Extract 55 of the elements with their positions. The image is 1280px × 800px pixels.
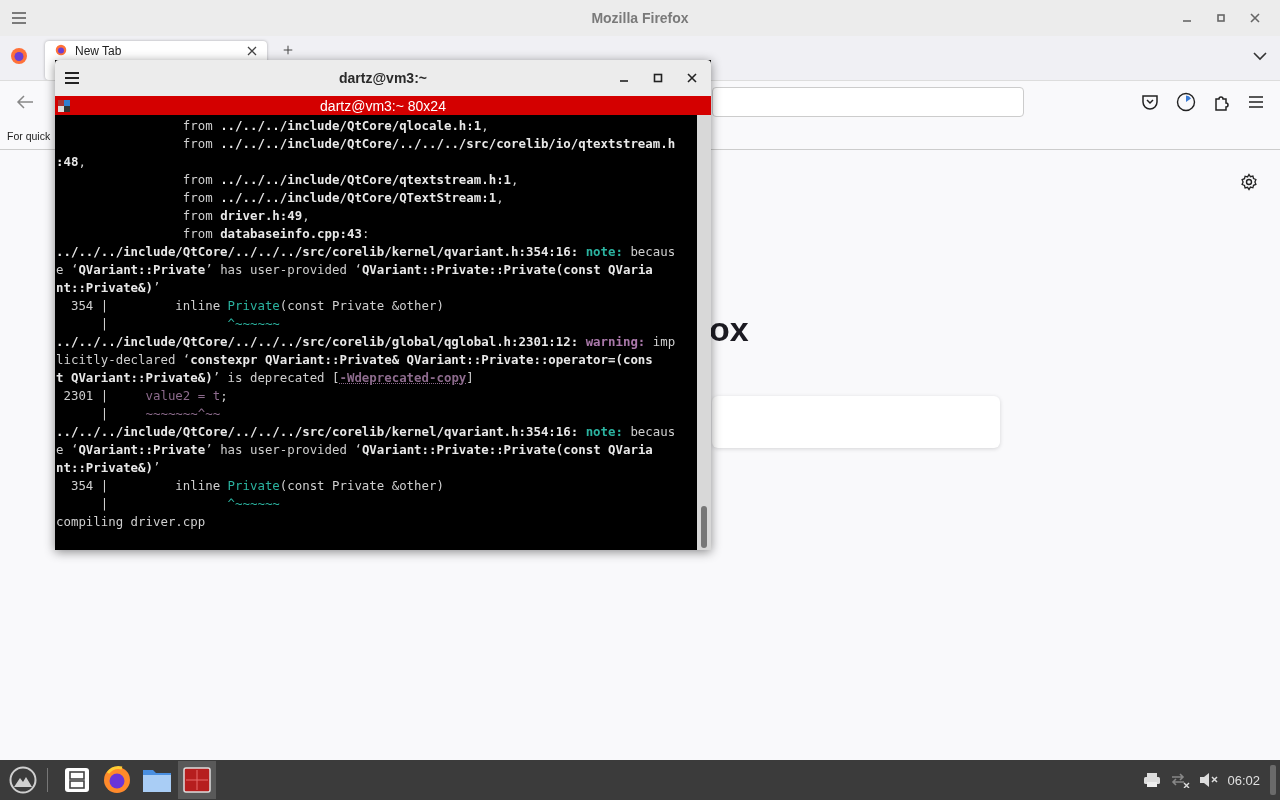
menu-icon[interactable] [64,71,80,85]
terminal-line: 2301 | value2 = t; [62,387,229,405]
terminal-line: t QVariant::Private&)’ is deprecated [-Wdeprecated-copy] [56,369,475,387]
progress-circle-icon[interactable] [1176,91,1196,112]
close-icon[interactable] [247,46,257,56]
start-menu-icon[interactable] [9,766,37,794]
terminal-icon [58,99,70,112]
terminal-line: from databaseinfo.cpp:43: [181,225,371,243]
bookmarks-hint: For quick [7,129,51,142]
terminal-line: licitly-declared ‘constexpr QVariant::Private& QVariant::Private::operator=(cons [56,351,654,369]
window-title: dartz@vm3:~ [339,70,427,86]
terminal-line: from ../../../include/QtCore/QTextStream:1, [181,189,505,207]
network-disconnected-icon[interactable] [1170,772,1191,788]
file-cabinet-icon [63,766,91,794]
pocket-icon[interactable] [1141,92,1159,111]
menu-icon[interactable] [1248,94,1264,109]
terminal-line: from ../../../include/QtCore/../../../src/corelib/io/qtextstream.h [181,135,677,153]
terminal-line: nt::Private&)’ [56,279,162,297]
printer-icon[interactable] [1143,772,1162,788]
terminal-line: :48, [56,153,87,171]
terminal-icon [183,767,211,793]
terminal-line: 354 | inline Private(const Private &other) [69,297,445,315]
firefox-icon [102,765,132,795]
terminal-line: from driver.h:49, [181,207,311,225]
terminal-line: 354 | inline Private(const Private &other) [69,477,445,495]
back-arrow-icon[interactable] [16,93,34,110]
terminal-line: e ‘QVariant::Private’ has user-provided ‘QVariant::Private::Private(const QVaria [56,261,654,279]
settings-icon[interactable] [1240,173,1258,191]
terminal-line: | ^~~~~~~ [99,495,281,513]
speaker-muted-icon[interactable] [1199,772,1220,788]
restore-icon[interactable] [1216,13,1226,23]
terminal-line: nt::Private&)’ [56,459,162,477]
window-title: Mozilla Firefox [591,10,689,26]
terminal-line: from ../../../include/QtCore/qtextstream.h:1, [181,171,520,189]
url-field[interactable] [712,86,1024,117]
terminal-line: compiling driver.cpp [56,513,207,531]
logo-wordmark: ox [709,310,749,348]
terminal-line: | ~~~~~~~^~~ [99,405,222,423]
terminal-line: | ^~~~~~~ [99,315,281,333]
close-icon[interactable] [687,73,697,83]
scrollbar-thumb[interactable] [701,506,707,548]
firefox-icon[interactable] [10,47,28,65]
show-desktop-handle[interactable] [1270,765,1276,795]
terminal-line: ../../../include/QtCore/../../../src/corelib/kernel/qvariant.h:354:16: note: becaus [56,243,677,261]
terminal-tab-title: dartz@vm3:~ 80x24 [320,97,446,114]
chevron-down-icon[interactable] [1253,51,1267,61]
plus-icon[interactable] [283,45,293,55]
terminal-line: ../../../include/QtCore/../../../src/corelib/global/qglobal.h:2301:12: warning: imp [56,333,677,351]
terminal-line: e ‘QVariant::Private’ has user-provided ‘QVariant::Private::Private(const QVaria [56,441,654,459]
clock[interactable]: 06:02 [1227,772,1260,788]
terminal-line: ../../../include/QtCore/../../../src/corelib/kernel/qvariant.h:354:16: note: becaus [56,423,677,441]
terminal-line: from ../../../include/QtCore/qlocale.h:1, [181,117,490,135]
search-field[interactable] [712,396,1000,448]
firefox-icon [55,44,67,56]
maximize-icon[interactable] [653,73,663,83]
